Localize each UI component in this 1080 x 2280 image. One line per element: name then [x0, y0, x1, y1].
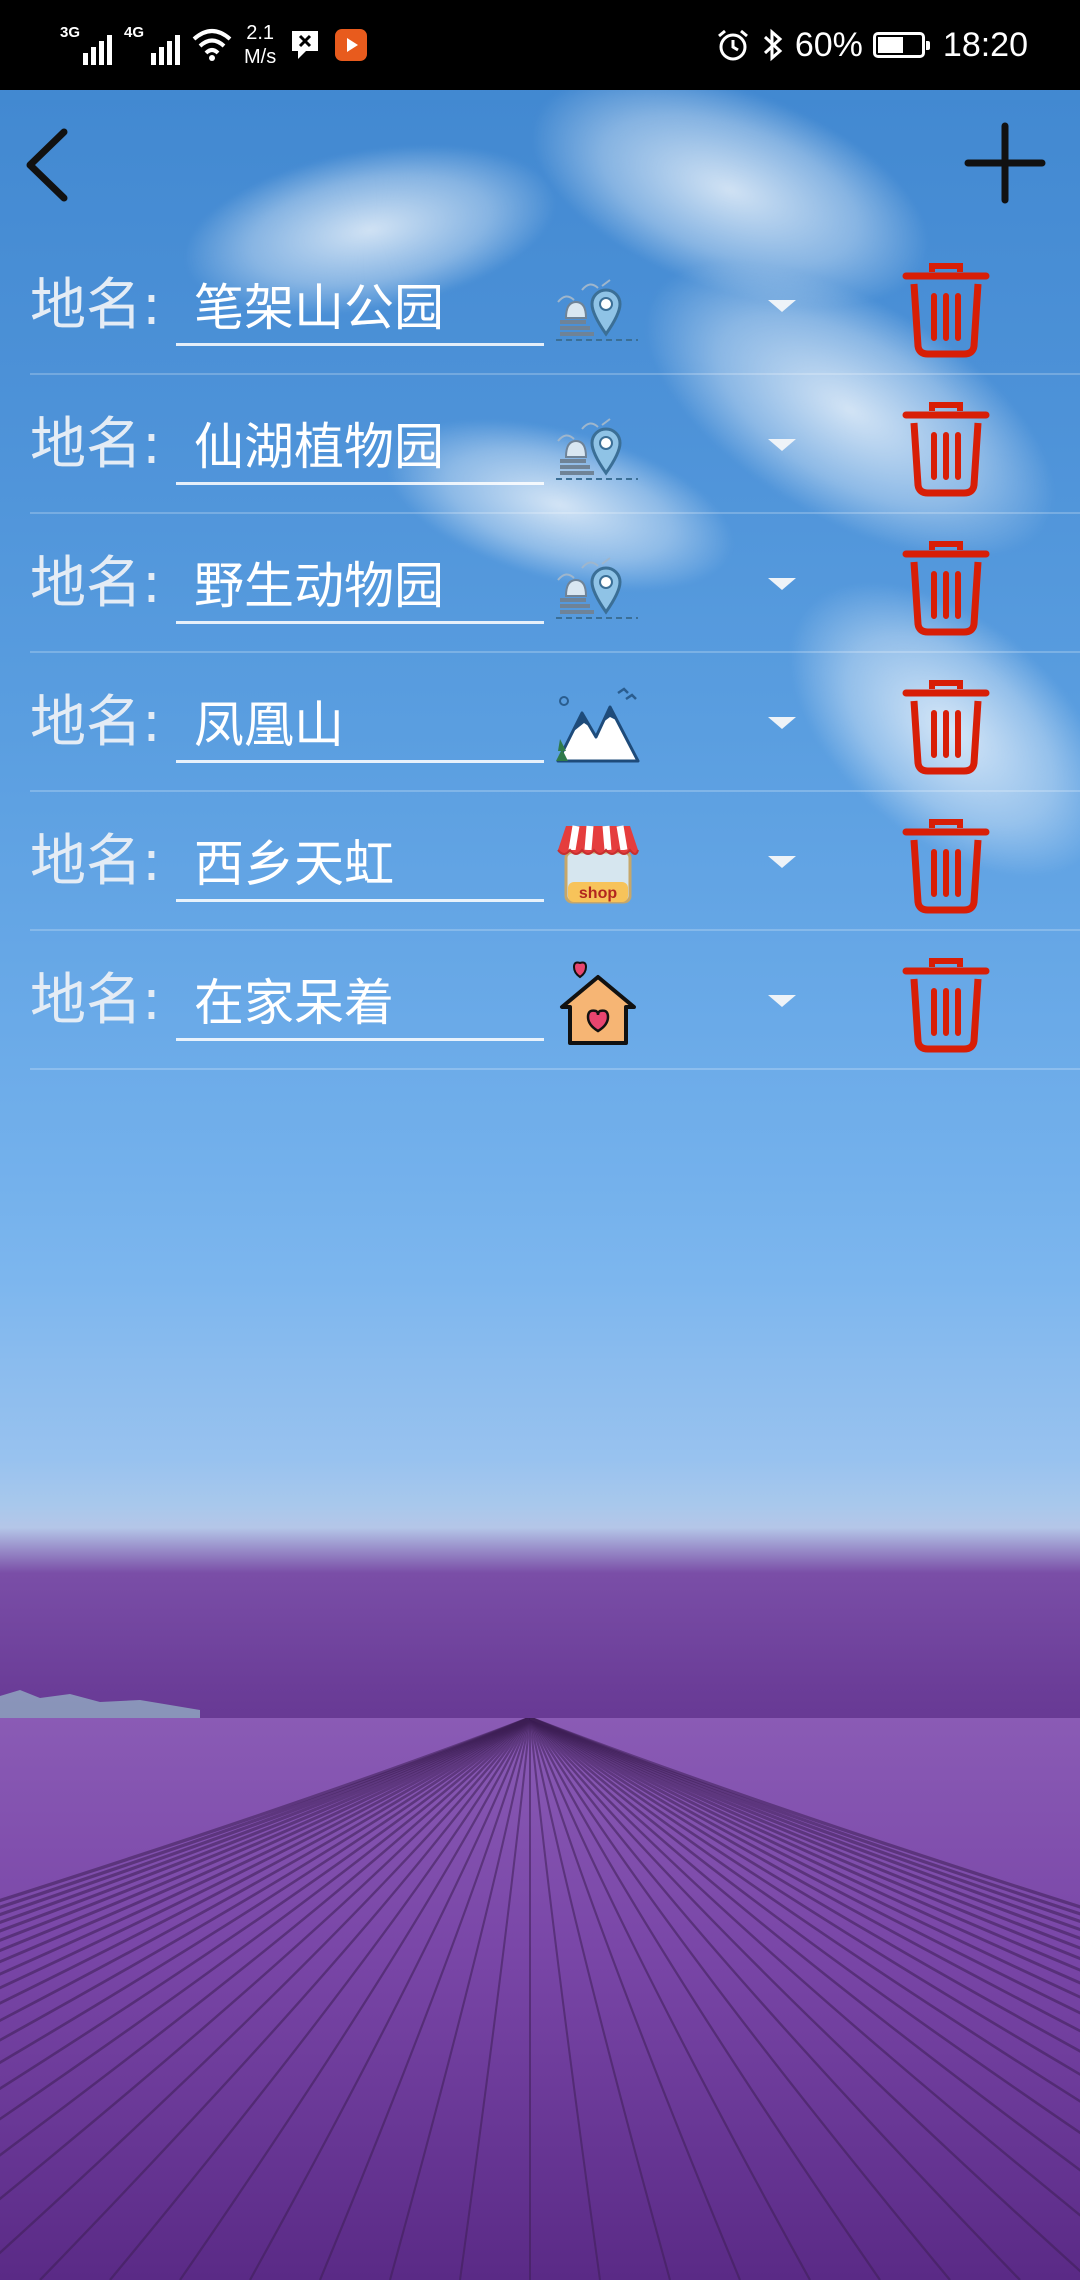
dropdown-arrow-icon: [768, 439, 796, 451]
home-heart-icon: [552, 957, 644, 1049]
place-name-input[interactable]: 在家呆着: [176, 965, 544, 1041]
status-left-group: 3G 4G 2.1 M/s: [60, 14, 368, 76]
status-right-group: 60% 18:20: [715, 0, 1028, 90]
shop-icon: shop: [552, 818, 644, 910]
trash-icon: [900, 263, 992, 364]
place-name-input[interactable]: 笔架山公园: [176, 270, 544, 346]
place-name-label: 地名:: [30, 690, 161, 755]
trash-icon: [900, 541, 992, 642]
cellular-signal-icon: 3G: [60, 25, 112, 65]
dropdown-arrow-icon: [768, 717, 796, 729]
cellular-signal-icon: 4G: [124, 25, 180, 65]
back-button[interactable]: [14, 120, 84, 210]
place-type-dropdown[interactable]: [752, 554, 812, 614]
battery-percent: 60%: [794, 25, 863, 64]
status-bar: 3G 4G 2.1 M/s 60% 18:20: [0, 0, 1080, 90]
place-type-dropdown[interactable]: [752, 832, 812, 892]
place-list-screen: 3G 4G 2.1 M/s 60% 18:20 地名: 笔架山公园 地名: 仙湖…: [0, 0, 1080, 2280]
place-name-label: 地名:: [30, 829, 161, 894]
place-name-label: 地名:: [30, 273, 161, 338]
mountain-icon: [552, 679, 644, 771]
place-name-input[interactable]: 仙湖植物园: [176, 409, 544, 485]
delete-place-button[interactable]: [900, 538, 992, 638]
dropdown-arrow-icon: [768, 995, 796, 1007]
place-row: 地名: 在家呆着: [0, 931, 1080, 1070]
row-divider: [30, 1068, 1080, 1070]
trash-icon: [900, 819, 992, 920]
signal-type-label: 4G: [124, 24, 145, 41]
trash-icon: [900, 402, 992, 503]
dropdown-arrow-icon: [768, 578, 796, 590]
delete-place-button[interactable]: [900, 260, 992, 360]
video-app-icon: [335, 29, 368, 61]
trash-icon: [900, 680, 992, 781]
delete-place-button[interactable]: [900, 816, 992, 916]
alarm-icon: [717, 29, 748, 61]
svg-text:shop: shop: [579, 885, 617, 902]
place-type-dropdown[interactable]: [752, 971, 812, 1031]
plus-icon: [964, 122, 1046, 204]
place-name-label: 地名:: [30, 551, 161, 616]
place-type-dropdown[interactable]: [752, 276, 812, 336]
delete-place-button[interactable]: [900, 955, 992, 1055]
wifi-icon: [192, 29, 232, 61]
dropdown-arrow-icon: [768, 300, 796, 312]
place-type-dropdown[interactable]: [752, 415, 812, 475]
park-location-icon: [552, 540, 644, 632]
bluetooth-icon: [763, 28, 783, 62]
place-name-input[interactable]: 凤凰山: [176, 687, 544, 763]
place-name-value: 笔架山公园: [194, 279, 444, 337]
network-speed-unit: M/s: [244, 46, 277, 68]
place-row: 地名: 野生动物园: [0, 514, 1080, 653]
add-place-button[interactable]: [960, 118, 1050, 208]
place-name-value: 野生动物园: [194, 557, 444, 615]
place-type-dropdown[interactable]: [752, 693, 812, 753]
trash-icon: [900, 958, 992, 1059]
delete-place-button[interactable]: [900, 677, 992, 777]
chevron-left-icon: [26, 128, 68, 202]
clock-time: 18:20: [942, 25, 1028, 64]
delete-place-button[interactable]: [900, 399, 992, 499]
battery-icon: [872, 32, 930, 58]
message-bubble-icon: [292, 31, 319, 59]
place-name-label: 地名:: [30, 412, 161, 477]
place-name-input[interactable]: 西乡天虹: [176, 826, 544, 902]
place-name-input[interactable]: 野生动物园: [176, 548, 544, 624]
network-speed: 2.1 M/s: [244, 21, 276, 69]
place-row: 地名: 仙湖植物园: [0, 375, 1080, 514]
place-name-value: 仙湖植物园: [194, 418, 444, 476]
place-name-value: 凤凰山: [194, 696, 344, 754]
signal-type-label: 3G: [60, 24, 81, 41]
place-row: 地名: 西乡天虹 shop: [0, 792, 1080, 931]
background-lavender-field: [0, 1718, 1080, 2280]
place-row: 地名: 凤凰山: [0, 653, 1080, 792]
place-name-label: 地名:: [30, 968, 161, 1033]
network-speed-value: 2.1: [246, 22, 275, 44]
place-row: 地名: 笔架山公园: [0, 236, 1080, 375]
place-name-value: 在家呆着: [194, 974, 394, 1032]
park-location-icon: [552, 262, 644, 354]
background-hills: [0, 1690, 200, 1724]
park-location-icon: [552, 401, 644, 493]
dropdown-arrow-icon: [768, 856, 796, 868]
place-name-value: 西乡天虹: [194, 835, 394, 893]
